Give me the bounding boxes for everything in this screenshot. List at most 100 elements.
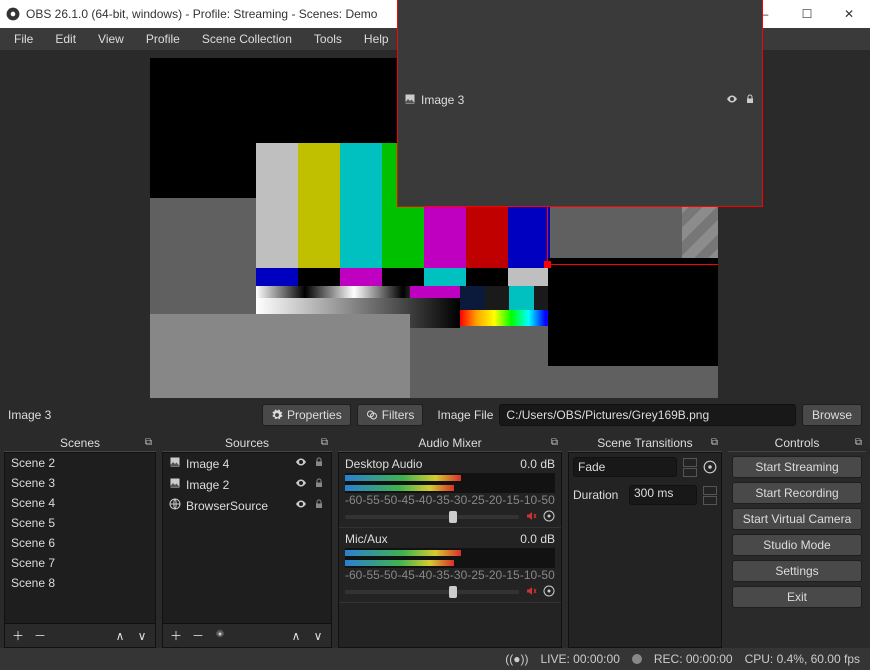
popout-icon[interactable]: ⧉ xyxy=(321,437,328,448)
sources-panel: Sources⧉ Image 4Image 3Image 2BrowserSou… xyxy=(162,434,332,648)
mixer-channel: Desktop Audio0.0 dB-60-55-50-45-40-35-30… xyxy=(339,453,561,528)
scenes-toolbar: ＋ － ∧ ∨ xyxy=(4,624,156,648)
meter xyxy=(345,558,555,568)
gear-icon[interactable] xyxy=(543,585,555,600)
scene-up-button[interactable]: ∧ xyxy=(111,629,129,643)
rec-dot-icon xyxy=(632,654,642,664)
controls-panel: Controls ⧉ Start Streaming Start Recording… xyxy=(728,434,866,648)
gear-icon[interactable] xyxy=(703,460,717,474)
add-source-button[interactable]: ＋ xyxy=(167,627,185,644)
channel-name: Mic/Aux xyxy=(345,532,388,546)
menu-edit[interactable]: Edit xyxy=(51,30,80,48)
source-properties-button[interactable] xyxy=(211,628,229,643)
transition-spinner[interactable] xyxy=(683,458,697,477)
lock-icon[interactable] xyxy=(313,498,325,513)
source-up-button[interactable]: ∧ xyxy=(287,629,305,643)
scene-down-button[interactable]: ∨ xyxy=(133,629,151,643)
scene-item[interactable]: Scene 5 xyxy=(5,513,155,533)
menu-scene-collection[interactable]: Scene Collection xyxy=(198,30,296,48)
audio-mixer-panel: Audio Mixer⧉ Desktop Audio0.0 dB-60-55-5… xyxy=(338,434,562,648)
add-scene-button[interactable]: ＋ xyxy=(9,627,27,644)
trans-header: Scene Transitions xyxy=(597,436,692,450)
visibility-icon[interactable] xyxy=(295,498,307,513)
source-label: Image 4 xyxy=(186,457,229,471)
channel-db: 0.0 dB xyxy=(520,457,555,471)
visibility-icon[interactable] xyxy=(295,456,307,471)
gear-icon xyxy=(271,409,283,421)
remove-source-button[interactable]: － xyxy=(189,627,207,644)
duration-input[interactable]: 300 ms xyxy=(629,485,697,505)
scene-item[interactable]: Scene 2 xyxy=(5,453,155,473)
status-live: LIVE: 00:00:00 xyxy=(540,652,619,666)
source-down-button[interactable]: ∨ xyxy=(309,629,327,643)
duration-spinner[interactable] xyxy=(703,486,717,505)
menu-view[interactable]: View xyxy=(94,30,128,48)
window-title: OBS 26.1.0 (64-bit, windows) - Profile: … xyxy=(20,7,377,21)
transition-select[interactable]: Fade xyxy=(573,457,677,477)
mute-icon[interactable] xyxy=(525,585,537,600)
image-icon xyxy=(169,456,181,471)
popout-icon[interactable]: ⧉ xyxy=(145,437,152,448)
volume-slider[interactable] xyxy=(345,515,519,519)
control-start-streaming[interactable]: Start Streaming xyxy=(732,456,862,478)
menu-file[interactable]: File xyxy=(10,30,37,48)
scene-item[interactable]: Scene 7 xyxy=(5,553,155,573)
control-start-virtual-camera[interactable]: Start Virtual Camera xyxy=(732,508,862,530)
menu-tools[interactable]: Tools xyxy=(310,30,346,48)
source-item[interactable]: Image 4 xyxy=(163,453,331,474)
scene-item[interactable]: Scene 8 xyxy=(5,573,155,593)
popout-icon[interactable]: ⧉ xyxy=(855,437,862,448)
scenes-header: Scenes xyxy=(60,436,100,450)
control-start-recording[interactable]: Start Recording xyxy=(732,482,862,504)
status-rec: REC: 00:00:00 xyxy=(654,652,733,666)
status-cpu: CPU: 0.4%, 60.00 fps xyxy=(745,652,860,666)
selected-source-label: Image 3 xyxy=(8,408,256,422)
scene-item[interactable]: Scene 6 xyxy=(5,533,155,553)
mixer-header: Audio Mixer xyxy=(418,436,481,450)
menu-profile[interactable]: Profile xyxy=(142,30,184,48)
maximize-button[interactable]: ☐ xyxy=(786,0,828,28)
popout-icon[interactable]: ⧉ xyxy=(711,437,718,448)
broadcast-icon: ((●)) xyxy=(505,652,528,666)
sources-toolbar: ＋ － ∧ ∨ xyxy=(162,624,332,648)
mute-icon[interactable] xyxy=(525,510,537,525)
duration-label: Duration xyxy=(573,488,623,502)
scene-item[interactable]: Scene 4 xyxy=(5,493,155,513)
gear-icon xyxy=(214,628,226,640)
meter xyxy=(345,473,555,483)
obs-icon xyxy=(6,7,20,21)
image-file-path[interactable]: C:/Users/OBS/Pictures/Grey169B.png xyxy=(499,404,796,426)
scenes-list[interactable]: Scene 1Scene 2Scene 3Scene 4Scene 5Scene… xyxy=(4,452,156,624)
lock-icon[interactable] xyxy=(313,456,325,471)
menu-help[interactable]: Help xyxy=(360,30,393,48)
image-icon xyxy=(169,477,181,492)
volume-slider[interactable] xyxy=(345,590,519,594)
status-bar: ((●)) LIVE: 00:00:00 REC: 00:00:00 CPU: … xyxy=(0,648,870,670)
meter xyxy=(345,548,555,558)
source-label: BrowserSource xyxy=(186,499,268,513)
sources-header: Sources xyxy=(225,436,269,450)
control-studio-mode[interactable]: Studio Mode xyxy=(732,534,862,556)
source-item[interactable]: BrowserSource xyxy=(163,495,331,516)
filters-icon xyxy=(366,409,378,421)
mixer-channel: Mic/Aux0.0 dB-60-55-50-45-40-35-30-25-20… xyxy=(339,528,561,603)
gear-icon[interactable] xyxy=(543,510,555,525)
globe-icon xyxy=(169,498,181,513)
remove-scene-button[interactable]: － xyxy=(31,627,49,644)
channel-name: Desktop Audio xyxy=(345,457,422,471)
visibility-icon[interactable] xyxy=(295,477,307,492)
properties-button[interactable]: Properties xyxy=(262,404,351,426)
transitions-panel: Scene Transitions ⧉ Fade Duration 300 ms xyxy=(568,434,722,648)
scene-item[interactable]: Scene 3 xyxy=(5,473,155,493)
source-item[interactable]: Image 2 xyxy=(163,474,331,495)
close-button[interactable]: ✕ xyxy=(828,0,870,28)
lock-icon[interactable] xyxy=(313,477,325,492)
scenes-panel: Scenes ⧉ Scene 1Scene 2Scene 3Scene 4Scen… xyxy=(4,434,156,648)
browse-button[interactable]: Browse xyxy=(802,404,862,426)
controls-header: Controls xyxy=(775,436,820,450)
filters-button[interactable]: Filters xyxy=(357,404,424,426)
control-settings[interactable]: Settings xyxy=(732,560,862,582)
popout-icon[interactable]: ⧉ xyxy=(551,437,558,448)
control-exit[interactable]: Exit xyxy=(732,586,862,608)
sources-list[interactable]: Image 4Image 3Image 2BrowserSource xyxy=(162,452,332,624)
